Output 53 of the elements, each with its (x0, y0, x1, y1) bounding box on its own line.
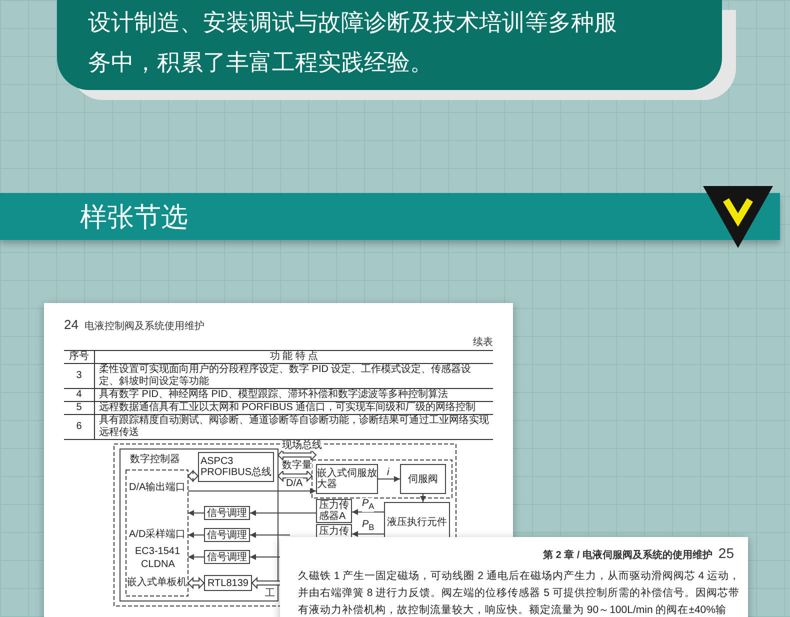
page-number: 25 (718, 545, 734, 561)
diagram-label: 数字量 (282, 460, 312, 471)
signal-arrow (250, 510, 316, 516)
table-header: 功 能 特 点 (94, 350, 493, 364)
table-cell: 5 (64, 402, 94, 414)
diagram-label: D/A (286, 478, 303, 489)
running-title: 第 2 章 / 电液伺服阀及系统的使用维护 (542, 548, 712, 562)
diagram-block: 信号调理 (204, 550, 250, 564)
diagram-label: P$_{B}$ (362, 519, 374, 533)
signal-arrow (420, 494, 426, 502)
signal-arrow (378, 476, 400, 482)
signal-arrow (352, 509, 384, 515)
signal-arrow (188, 554, 204, 560)
page-number: 24 (64, 317, 78, 332)
diagram-label: 现场总线 (282, 440, 322, 451)
table-cell: 6 (64, 414, 94, 440)
table-header: 序号 (64, 350, 94, 364)
table-cell: 具有跟踪精度自动测试、阀诊断、通道诊断等自诊断功能，诊断结果可通过工业网络实现远程传送 (94, 414, 493, 440)
diagram-block: 嵌入式伺服放 大器 (316, 464, 378, 494)
diagram-block: 信号调理 (204, 506, 250, 520)
diagram-block: 信号调理 (204, 528, 250, 542)
diagram-label: 嵌入式单板机 (127, 577, 187, 588)
running-title: 电液控制阀及系统使用维护 (84, 320, 204, 333)
diagram-label: 数字控制器 (130, 454, 180, 465)
table-cell: 柔性设置可实现面向用户的分段程序设定、数字 PID 设定、工作模式设定、传感器设定、斜坡时间设定等功能 (94, 364, 493, 388)
bus-arrow (277, 448, 317, 462)
diagram-label: A/D采样端口 (129, 529, 186, 540)
diagram-block: 伺服阀 (400, 464, 446, 494)
section-title: 样张节选 (80, 200, 188, 234)
table-caption: 续表 (473, 336, 493, 349)
intro-text: 务中，积累了丰富工程实践经验。 (88, 48, 434, 77)
signal-arrow (188, 532, 204, 538)
table-cell: 远程数据通信具有工业以太网和 PORFIBUS 通信口，可实现车间级和厂级的网络控制 (94, 402, 493, 414)
diagram-label: D/A输出端口 (129, 482, 186, 493)
signal-arrow (188, 510, 204, 516)
diagram-block: ASPC3 PROFIBUS总线 (198, 452, 274, 482)
bus-arrow (187, 576, 205, 590)
diagram-label: 工 (265, 588, 275, 599)
diagram-block: RTL8139 (204, 575, 252, 591)
diagram-label: P$_{A}$ (362, 498, 374, 512)
diagram-label: EC3-1541 (135, 546, 180, 557)
bus-arrow (187, 470, 199, 482)
diagram-block: 压力传 感器A (316, 499, 352, 523)
intro-text: 设计制造、安装调试与故障诊断及技术培训等多种服 (88, 8, 618, 37)
chevron-badge-icon (703, 186, 773, 248)
signal-arrow (352, 531, 384, 537)
table-cell: 具有数字 PID、神经网络 PID、模型跟踪、滞环补偿和数字滤波等多种控制算法 (94, 388, 493, 402)
table-cell: 3 (64, 364, 94, 388)
diagram-label: CLDNA (141, 559, 175, 570)
table-cell: 4 (64, 388, 94, 402)
body-paragraph: 久磁铁 1 产生一固定磁场，可动线圈 2 通电后在磁场内产生力，从而驱动滑阀阀芯 4 运动， 并由右端弹簧 8 进行力反馈。阀左端的位移传感器 5 可提供控制所需的补偿信号。因阀芯带 有液动力补偿机构，故控制流量较大，响应快。额定流量为 90～100L/min 的阀在±40%输 (298, 569, 740, 617)
signal-arrow (250, 532, 290, 538)
diagram-label: i (387, 467, 390, 478)
